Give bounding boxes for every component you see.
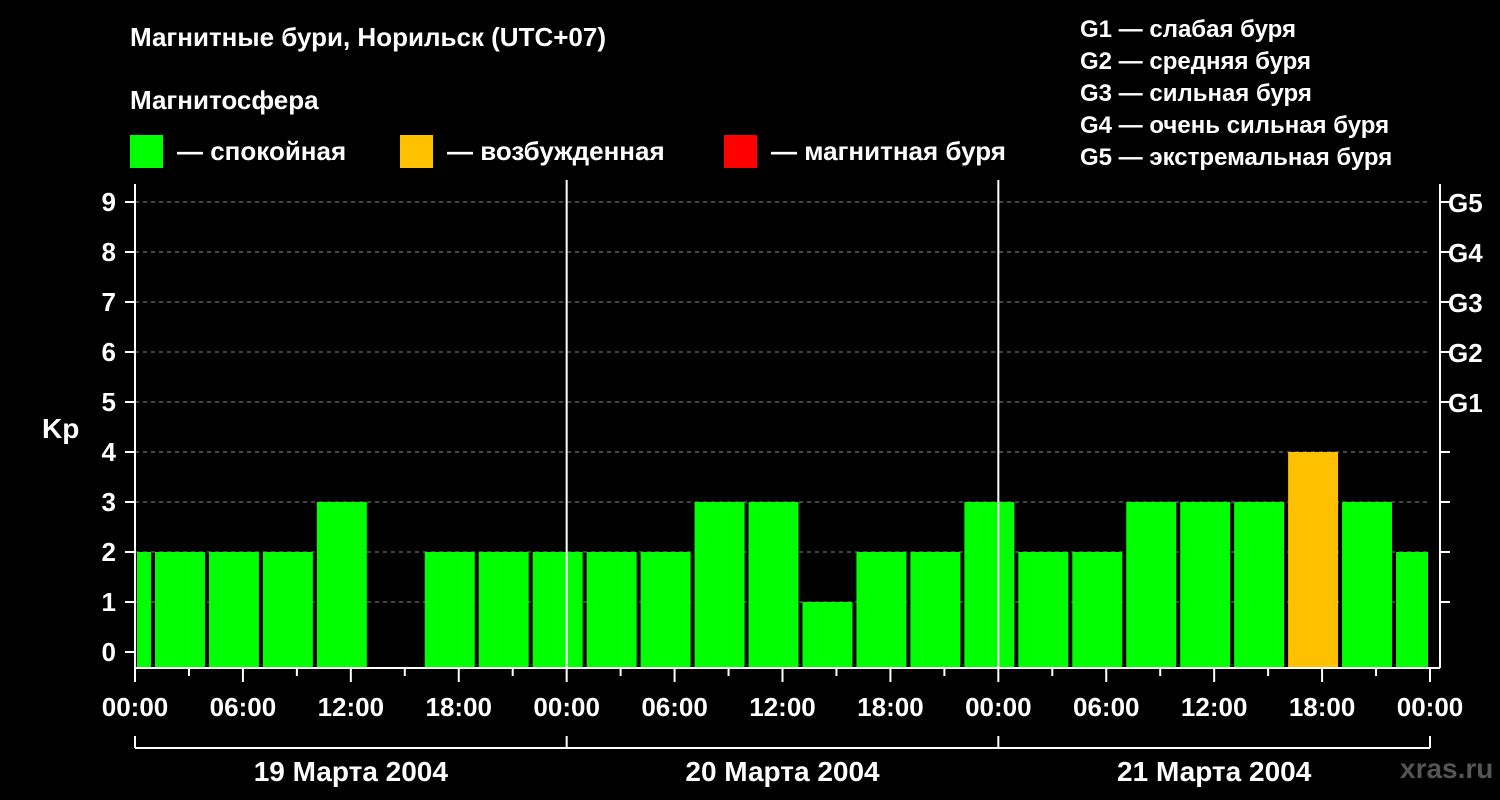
- bar-5: [424, 552, 475, 668]
- y-tick-label-7: 7: [102, 287, 116, 317]
- bar-18: [1126, 502, 1177, 668]
- bar-19: [1180, 502, 1231, 668]
- y-tick-label-0: 0: [102, 637, 116, 667]
- bar-11: [748, 502, 799, 668]
- bar-6: [478, 552, 529, 668]
- right-axis-label-g2: G2: [1448, 338, 1483, 368]
- bar-22: [1342, 502, 1393, 668]
- bar-17: [1072, 552, 1123, 668]
- x-tick-label-12: 00:00: [1397, 692, 1464, 722]
- bar-21: [1288, 452, 1339, 668]
- day-label-0: 19 Марта 2004: [254, 756, 449, 787]
- x-tick-label-0: 00:00: [102, 692, 169, 722]
- right-axis-label-g3: G3: [1448, 288, 1483, 318]
- x-tick-label-5: 06:00: [641, 692, 708, 722]
- bar-3: [262, 552, 313, 668]
- bar-13: [856, 552, 907, 668]
- right-axis-label-g4: G4: [1448, 238, 1483, 268]
- y-tick-label-3: 3: [102, 487, 116, 517]
- bar-20: [1234, 502, 1285, 668]
- x-tick-label-8: 00:00: [965, 692, 1032, 722]
- y-axis-label: Kp: [42, 413, 79, 444]
- bar-23: [1396, 552, 1428, 668]
- bar-1: [154, 552, 205, 668]
- bar-7: [532, 552, 583, 668]
- bar-0: [137, 552, 151, 668]
- x-tick-label-1: 06:00: [210, 692, 277, 722]
- bar-10: [694, 502, 745, 668]
- x-tick-label-3: 18:00: [426, 692, 493, 722]
- bar-14: [910, 552, 961, 668]
- y-tick-label-6: 6: [102, 337, 116, 367]
- x-tick-label-6: 12:00: [749, 692, 816, 722]
- y-tick-label-4: 4: [102, 437, 117, 467]
- right-axis-label-g1: G1: [1448, 388, 1483, 418]
- y-tick-label-5: 5: [102, 387, 116, 417]
- kp-bar-chart: 0 1 2 3 4 5 6 7 8 9 G1 G2 G3 G4 G5 Kp 00:00 06:00 12:00 18:…: [42, 180, 1483, 787]
- bar-12: [802, 602, 853, 668]
- bar-2: [208, 552, 259, 668]
- y-tick-label-9: 9: [102, 187, 116, 217]
- x-tick-label-4: 00:00: [533, 692, 600, 722]
- x-tick-label-10: 12:00: [1181, 692, 1248, 722]
- x-tick-label-11: 18:00: [1289, 692, 1356, 722]
- x-tick-label-9: 06:00: [1073, 692, 1140, 722]
- day-label-1: 20 Марта 2004: [685, 756, 880, 787]
- bar-4: [316, 502, 367, 668]
- x-tick-label-7: 18:00: [857, 692, 924, 722]
- y-tick-label-2: 2: [102, 537, 116, 567]
- right-axis-label-g5: G5: [1448, 188, 1483, 218]
- bar-16: [1018, 552, 1069, 668]
- day-label-2: 21 Марта 2004: [1117, 756, 1312, 787]
- bar-8: [586, 552, 637, 668]
- watermark: xras.ru: [1400, 753, 1494, 784]
- y-tick-label-1: 1: [102, 587, 116, 617]
- x-tick-label-2: 12:00: [318, 692, 385, 722]
- bar-15: [964, 502, 1015, 668]
- y-tick-label-8: 8: [102, 237, 116, 267]
- bar-9: [640, 552, 691, 668]
